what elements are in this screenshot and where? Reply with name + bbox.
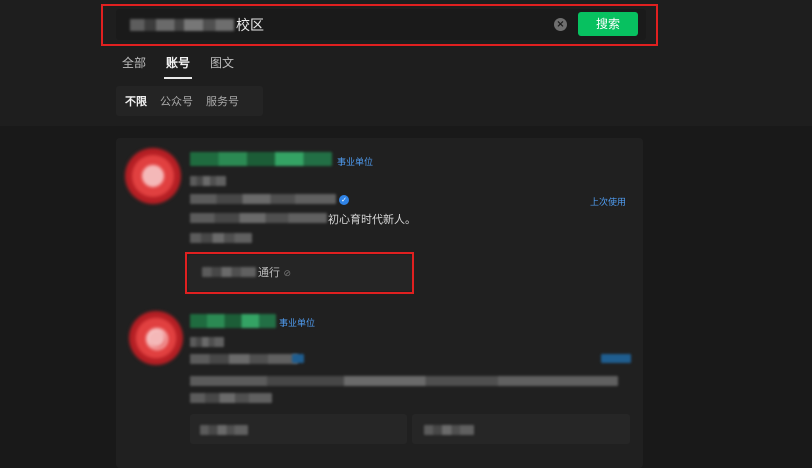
verification-name-blurred	[190, 354, 298, 364]
service-entry-1[interactable]	[190, 414, 407, 444]
service-name-blurred	[424, 425, 474, 435]
clear-icon[interactable]: ×	[554, 18, 567, 31]
filter-service-account[interactable]: 服务号	[206, 93, 239, 109]
service-name-blurred	[200, 425, 248, 435]
recently-used-label[interactable]: 上次使用	[590, 195, 626, 208]
search-input[interactable]: 校区 × 搜索	[116, 9, 646, 40]
tab-accounts[interactable]: 账号	[164, 55, 193, 79]
account-tag: 事业单位	[337, 158, 374, 168]
service-entry[interactable]: 通行 ⊘	[188, 255, 412, 291]
result-type-tabs: 全部 账号 图文	[122, 55, 254, 79]
filter-any[interactable]: 不限	[125, 93, 147, 109]
avatar[interactable]	[129, 311, 183, 365]
search-query-visible: 校区	[236, 18, 264, 34]
search-query[interactable]: 校区	[130, 15, 264, 35]
account-tag: 事业单位	[279, 319, 316, 329]
tab-articles[interactable]: 图文	[210, 55, 234, 79]
service-name-blurred	[202, 267, 256, 277]
description-blurred-prefix	[190, 213, 327, 223]
service-entry-2[interactable]	[412, 414, 630, 444]
account-id-blurred	[190, 337, 224, 347]
account-name-blurred[interactable]	[190, 314, 276, 328]
search-header: 校区 × 搜索 全部 账号 图文 不限 公众号 服务号	[0, 0, 812, 126]
blurred-query-prefix	[130, 19, 234, 31]
recently-used-blurred[interactable]	[601, 354, 631, 363]
account-id-blurred	[190, 176, 226, 186]
verification-name-blurred	[190, 194, 336, 204]
extra-info-blurred	[190, 393, 272, 403]
verified-icon: ✓	[339, 195, 349, 205]
disabled-icon: ⊘	[283, 269, 292, 279]
extra-info-blurred	[190, 233, 252, 243]
account-type-filter: 不限 公众号 服务号	[116, 86, 263, 116]
description-blurred	[190, 376, 618, 386]
account-description: 初心育时代新人。	[328, 213, 416, 226]
service-label: 通行 ⊘	[258, 266, 292, 279]
account-name-blurred[interactable]	[190, 152, 332, 166]
tab-all[interactable]: 全部	[122, 55, 146, 79]
avatar[interactable]	[125, 148, 181, 204]
verified-marker-blurred	[292, 354, 304, 363]
filter-official-account[interactable]: 公众号	[160, 93, 193, 109]
search-button[interactable]: 搜索	[578, 12, 638, 36]
